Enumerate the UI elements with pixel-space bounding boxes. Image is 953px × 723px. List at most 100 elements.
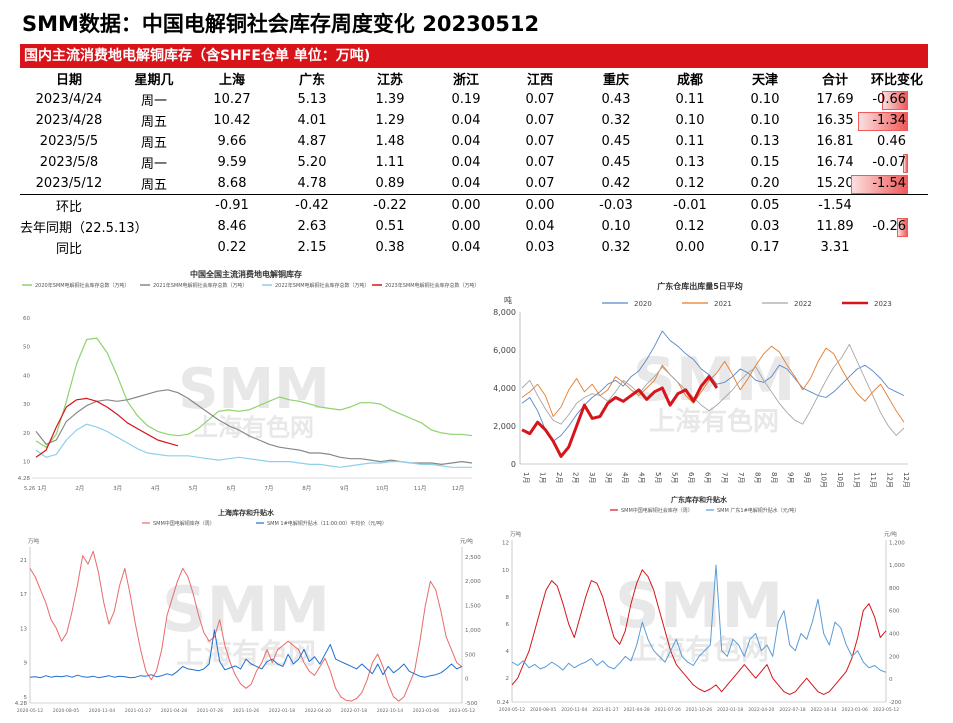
table-cell: 0.12 — [675, 219, 705, 234]
table-header-cell: 天津 — [751, 73, 778, 88]
x-start-label: 5.26 — [24, 486, 35, 492]
y-tick-label-right: 0 — [889, 677, 893, 683]
y-tick-label-left: 17 — [20, 592, 27, 598]
y-tick-label-right: 0 — [465, 677, 469, 683]
table-row: 环比 -0.91 -0.42 -0.22 0.00 0.00 -0.03 -0.01 0.05-… — [20, 194, 928, 216]
shanghai-inventory-premium-chart: 上海库存和升贴水 SMM中国电解铜库存（周） SMM 1#电解铜升贴水（11:00:… — [10, 505, 490, 720]
y-tick-label-right: 2,000 — [465, 579, 481, 585]
x-tick-label: 4月 — [151, 485, 160, 492]
table-cell: -0.22 — [350, 194, 430, 216]
y-tick-label: 2,000 — [493, 422, 516, 431]
x-tick-label: 2022-04-20 — [748, 707, 774, 713]
y-tick-label-left: 10 — [502, 568, 509, 574]
table-cell: 0.15 — [750, 155, 780, 170]
y-tick-label: 30 — [23, 402, 30, 408]
table-cell: 5.13 — [297, 92, 327, 107]
table-cell: 9.66 — [217, 134, 247, 149]
watermark-text: 上海有色网 — [176, 637, 316, 670]
x-tick-label: 5月 — [654, 472, 662, 483]
table-cell: 0.45 — [601, 155, 631, 170]
table-cell: 0.00 — [675, 240, 705, 255]
change-cell: -0.66 — [866, 89, 928, 110]
table-cell: 0.04 — [451, 134, 481, 149]
table-cell: 0.07 — [525, 155, 555, 170]
x-tick-label: 1月 — [539, 472, 547, 483]
table-row: 2023/5/5 周五 9.66 4.87 1.48 0.04 0.07 0.45 0.11 0.… — [20, 131, 928, 152]
x-tick-label: 5月 — [671, 472, 679, 483]
table-cell: 5.20 — [297, 155, 327, 170]
legend-label: SMM中国电解铜库存（周） — [153, 520, 215, 527]
y-tick-label: 6,000 — [493, 346, 516, 355]
x-tick-label: 2021-04-28 — [624, 707, 650, 713]
x-tick-label: 2020-08-05 — [53, 708, 79, 714]
watermark-logo: SMM — [162, 573, 330, 646]
x-tick-label: 2021-01-27 — [592, 707, 618, 713]
x-tick-label: 2022-10-14 — [811, 707, 837, 713]
y-tick-label: 20 — [23, 431, 30, 437]
x-tick-label: 2021-07-26 — [655, 707, 681, 713]
change-value: -0.66 — [872, 92, 906, 107]
table-cell: 0.07 — [525, 176, 555, 191]
table-banner: 国内主流消费地电解铜库存（含SHFE仓单 单位：万吨) — [20, 44, 928, 68]
y-tick-label-right: 400 — [889, 632, 900, 638]
y-tick-label-right: 800 — [889, 586, 900, 592]
table-cell: 0.45 — [601, 134, 631, 149]
page-title: SMM数据：中国电解铜社会库存周度变化 20230512 — [22, 12, 540, 36]
y-tick-label-right: 1,000 — [889, 563, 905, 569]
watermark-text: 上海有色网 — [649, 406, 779, 437]
y-axis-label: 吨 — [504, 295, 512, 305]
table-cell: 0.07 — [525, 92, 555, 107]
table-cell: 1.29 — [375, 113, 405, 128]
table-cell: 2023/5/5 — [39, 134, 99, 149]
table-cell: 0.51 — [375, 219, 405, 234]
x-tick-label: 2022-07-18 — [779, 707, 805, 713]
y-tick-label-left: 12 — [502, 541, 509, 547]
legend-label: 2022年SMM电解铜社会库存总数（万吨） — [275, 282, 370, 289]
x-tick-label: 10月 — [376, 485, 389, 492]
chart-title: 广东仓库出库量5日平均 — [657, 281, 743, 291]
change-cell: -1.34 — [858, 110, 928, 131]
table-header-cell: 重庆 — [602, 73, 629, 88]
table-header-cell: 星期几 — [134, 73, 174, 88]
y-tick-label-left: 4 — [506, 649, 510, 655]
table-cell: -0.91 — [190, 194, 274, 216]
x-tick-label: 2月 — [75, 485, 84, 492]
table-cell: 0.22 — [217, 240, 247, 255]
table-cell: 0.07 — [525, 113, 555, 128]
x-tick-label: 2022-01-18 — [717, 707, 743, 713]
y-axis-label-left: 万吨 — [510, 530, 522, 538]
y-tick-label-right: 600 — [889, 609, 900, 615]
table-cell: -0.01 — [654, 194, 726, 216]
x-tick-label: 2021-04-28 — [161, 708, 187, 714]
y-tick-label-left: 0.24 — [497, 700, 510, 706]
watermark-logo: SMM — [178, 357, 330, 422]
x-tick-label: 1月 — [522, 472, 530, 483]
x-tick-label: 2022-04-20 — [305, 708, 331, 714]
x-tick-label: 9月 — [786, 472, 794, 483]
legend-label: 2020年SMM电解铜社会库存总数（万吨） — [35, 282, 130, 289]
x-tick-label: 8月 — [753, 472, 761, 483]
table-header-cell: 环比变化 — [870, 73, 923, 88]
table-cell: 0.32 — [601, 113, 631, 128]
change-cell: -0.26 — [866, 216, 928, 237]
y-tick-label: 50 — [23, 345, 30, 351]
x-tick-label: 2022-07-18 — [341, 708, 367, 714]
change-cell: -1.54 — [851, 173, 928, 195]
table-cell: 2023/4/28 — [35, 113, 103, 128]
table-cell: 0.05 — [726, 194, 804, 216]
table-cell: 1.11 — [375, 155, 405, 170]
x-tick-label: 8月 — [770, 472, 778, 483]
x-tick-label: 2021-10-26 — [233, 708, 259, 714]
table-cell: 0.04 — [525, 219, 555, 234]
x-tick-label: 5月 — [189, 485, 198, 492]
y-tick-label-right: -500 — [465, 701, 478, 707]
table-cell: 16.74 — [816, 155, 854, 170]
table-cell: 4.01 — [297, 113, 327, 128]
table-row: 2023/4/24 周一 10.27 5.13 1.39 0.19 0.07 0.43 0.11… — [20, 89, 928, 110]
y-tick-label-left: 2 — [506, 676, 510, 682]
table-cell: 0.00 — [430, 194, 502, 216]
table-cell: 0.03 — [750, 219, 780, 234]
table-cell: 11.89 — [816, 219, 854, 234]
table-cell: 1.39 — [375, 92, 405, 107]
guangdong-inventory-premium-chart: 广东库存和升贴水 SMM中国电解铜社会库存（周） SMM 广东1#电解铜升贴水（元/… — [492, 492, 922, 720]
